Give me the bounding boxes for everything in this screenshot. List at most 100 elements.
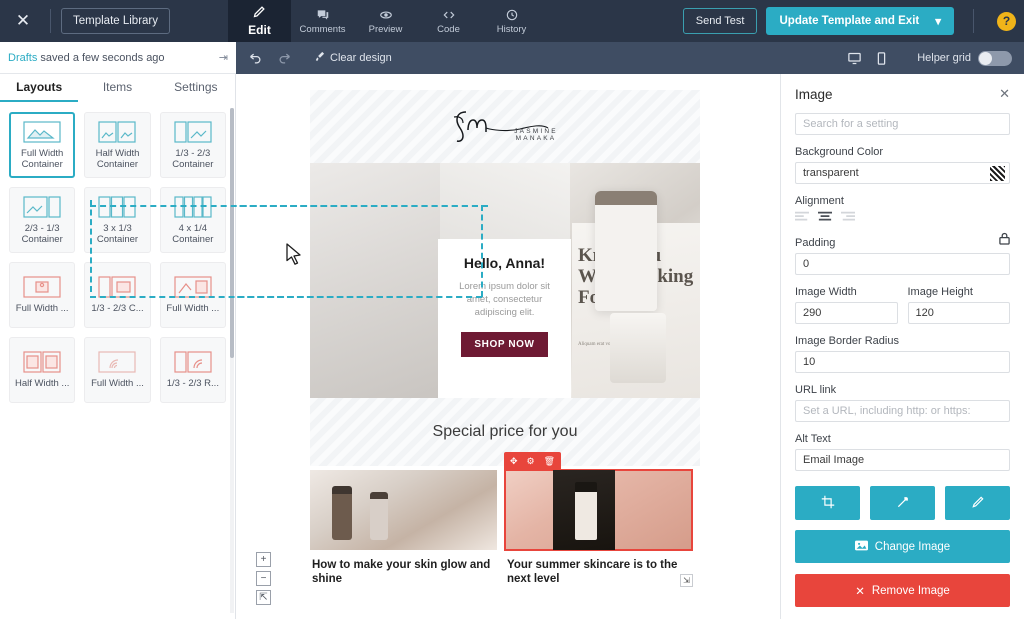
redo-icon[interactable] [277,51,292,66]
alt-text-input[interactable] [795,449,1010,471]
help-icon[interactable]: ? [997,11,1016,31]
trash-icon[interactable]: 🗑 [544,456,555,466]
image-height-input[interactable] [907,302,1010,324]
article-card[interactable]: ✥ ⚙ 🗑 ⇲ Your summer skincare is to the n… [504,452,693,587]
url-link-label: URL link [795,384,837,396]
article-card[interactable]: How to make your skin glow and shine [310,470,497,586]
article-title: How to make your skin glow and shine [312,559,491,585]
search-input[interactable] [795,113,1010,135]
tab-history[interactable]: History [480,0,543,42]
draft-status-bar: Drafts saved a few seconds ago ⇥ [0,42,236,74]
block-toolbar: ✥ ⚙ 🗑 [504,452,562,470]
edit-image-button[interactable] [945,486,1010,520]
layout-card-full-width-text-image[interactable]: Full Width ... [159,262,226,328]
zoom-out-button[interactable]: − [256,571,271,586]
close-icon: ✕ [855,585,865,598]
product-jar-graphic [610,313,666,383]
resize-handle-icon[interactable]: ⇲ [680,574,693,587]
gear-icon[interactable]: ⚙ [527,456,535,466]
bottle-graphic [332,486,352,540]
enhance-image-button[interactable] [870,486,935,520]
layout-card-third-two-thirds-right[interactable]: 1/3 - 2/3 R... [159,337,226,403]
padding-header: Padding [795,226,1010,253]
divider [973,9,974,33]
layout-card-half-width-image[interactable]: Half Width ... [9,337,76,403]
border-radius-label: Image Border Radius [795,335,899,347]
history-icon [505,8,519,22]
update-template-button[interactable]: Update Template and Exit ▾ [766,7,954,35]
bottle-graphic [370,492,388,540]
chevron-down-icon[interactable]: ▾ [935,14,941,28]
hero-image-left[interactable] [310,163,440,398]
undo-icon[interactable] [248,51,263,66]
change-image-button[interactable]: Change Image [795,530,1010,563]
clear-design-button[interactable]: Clear design [314,51,392,65]
layout-card-label: 1/3 - 2/3 C... [91,303,144,314]
padding-input[interactable] [795,253,1010,275]
hero-heading: Hello, Anna! [463,255,546,271]
tab-preview[interactable]: Preview [354,0,417,42]
url-link-input[interactable] [795,400,1010,422]
mobile-view-icon[interactable] [874,51,889,66]
alignment-options [795,211,1010,226]
background-color-input[interactable] [795,162,1010,184]
layout-card-label: 4 x 1/4 Container [172,222,214,245]
tab-edit[interactable]: Edit [228,0,292,46]
collapse-panel-icon[interactable]: ⇥ [219,51,228,64]
layout-card-label: Full Width ... [91,378,144,389]
align-left-icon[interactable] [795,211,809,226]
layout-card-full-width-image[interactable]: Full Width ... [9,262,76,328]
transparent-swatch-icon[interactable] [990,166,1005,181]
remove-image-button[interactable]: ✕ Remove Image [795,574,1010,607]
email-logo-section[interactable]: JASMINE MANAKA [310,90,700,163]
close-editor-button[interactable]: ✕ [6,0,40,42]
top-toolbar: ✕ Template Library Edit Comments Preview [0,0,1024,46]
tab-comments-label: Comments [299,23,346,35]
tab-code-label: Code [437,23,460,35]
tab-settings[interactable]: Settings [157,74,235,102]
layout-card-label: 2/3 - 1/3 Container [21,222,63,245]
tab-items[interactable]: Items [78,74,156,102]
move-icon[interactable]: ✥ [510,456,518,466]
align-center-icon[interactable] [818,211,832,226]
layout-card-full-width-banner[interactable]: Full Width ... [84,337,151,403]
layout-card-three-thirds-container[interactable]: 3 x 1/3 Container [84,187,151,253]
crop-image-button[interactable] [795,486,860,520]
layout-card-third-two-thirds-image[interactable]: 1/3 - 2/3 C... [84,262,151,328]
zoom-in-button[interactable]: + [256,552,271,567]
sidebar-scrollbar-thumb[interactable] [230,108,234,358]
layout-card-half-width-container[interactable]: Half Width Container [84,112,151,178]
article-image[interactable] [310,470,497,550]
image-width-input[interactable] [795,302,898,324]
hero-body-text: Lorem ipsum dolor sit amet, consectetur … [459,281,550,318]
divider [50,9,51,33]
send-test-button[interactable]: Send Test [682,8,758,34]
hero-text-card[interactable]: Hello, Anna! Lorem ipsum dolor sit amet,… [438,239,571,398]
code-icon [442,8,456,22]
drafts-label[interactable]: Drafts [8,52,37,64]
layout-card-four-quarters-container[interactable]: 4 x 1/4 Container [159,187,226,253]
email-canvas[interactable]: JASMINE MANAKA Knew You Were Looking For… [236,74,788,619]
desktop-view-icon[interactable] [847,51,862,66]
lock-icon[interactable] [999,232,1010,248]
layout-card-full-width-container[interactable]: Full Width Container [9,112,76,178]
image-height-field: Image Height [907,275,1010,324]
update-template-label: Update Template and Exit [779,15,920,27]
align-right-icon[interactable] [841,211,855,226]
fit-to-screen-icon[interactable]: ⇱ [256,590,271,605]
shop-now-button[interactable]: SHOP NOW [461,332,548,357]
article-image[interactable]: ⇲ [504,469,693,587]
template-library-button[interactable]: Template Library [61,8,171,34]
email-hero-section[interactable]: Knew You Were Looking For Aliquam erat v… [310,163,700,398]
brand-logo: JASMINE MANAKA [430,104,580,149]
border-radius-input[interactable] [795,351,1010,373]
image-action-buttons [795,486,1010,520]
canvas-zoom-controls: + − ⇱ [256,552,271,605]
helper-grid-toggle[interactable] [978,50,1012,66]
tab-code[interactable]: Code [417,0,480,42]
close-icon[interactable]: ✕ [999,86,1010,102]
layout-card-two-thirds-third-container[interactable]: 2/3 - 1/3 Container [9,187,76,253]
layout-card-third-two-thirds-container[interactable]: 1/3 - 2/3 Container [159,112,226,178]
tab-comments[interactable]: Comments [291,0,354,42]
tab-layouts[interactable]: Layouts [0,74,79,102]
